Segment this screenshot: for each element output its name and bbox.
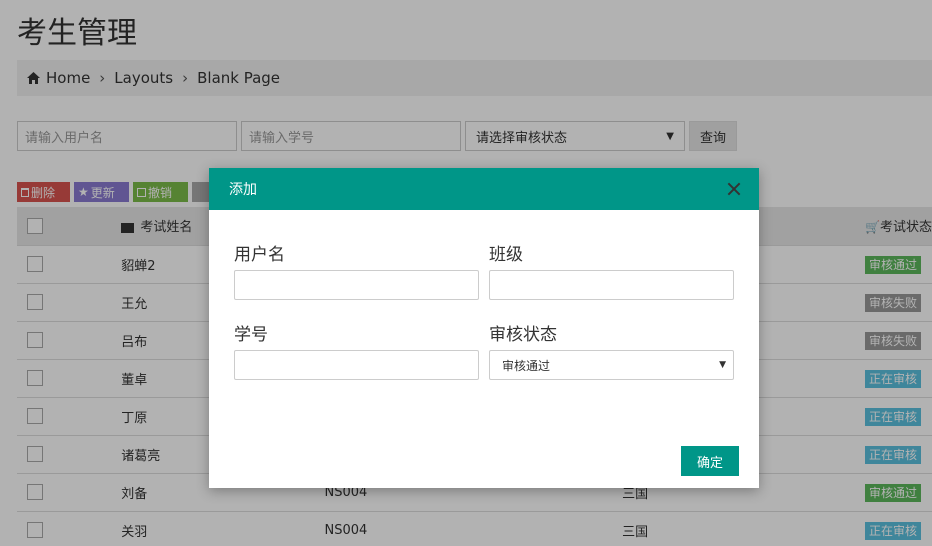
username-label: 用户名 — [234, 245, 285, 265]
dialog-header: 添加 — [209, 168, 759, 210]
confirm-button[interactable]: 确定 — [681, 446, 739, 476]
username-field[interactable] — [234, 270, 479, 300]
dialog-title: 添加 — [229, 182, 257, 198]
student-id-label: 学号 — [234, 325, 268, 345]
student-id-field[interactable] — [234, 350, 479, 380]
status-label: 审核状态 — [489, 325, 557, 345]
class-field[interactable] — [489, 270, 734, 300]
status-select-value: 审核通过 — [502, 358, 551, 373]
add-dialog: 添加 用户名 班级 学号 审核状态 审核通过 ▼ 确定 — [209, 168, 759, 488]
class-label: 班级 — [489, 245, 523, 265]
status-select[interactable]: 审核通过 ▼ — [489, 350, 734, 380]
caret-down-icon: ▼ — [719, 360, 726, 370]
close-icon[interactable] — [727, 182, 741, 196]
